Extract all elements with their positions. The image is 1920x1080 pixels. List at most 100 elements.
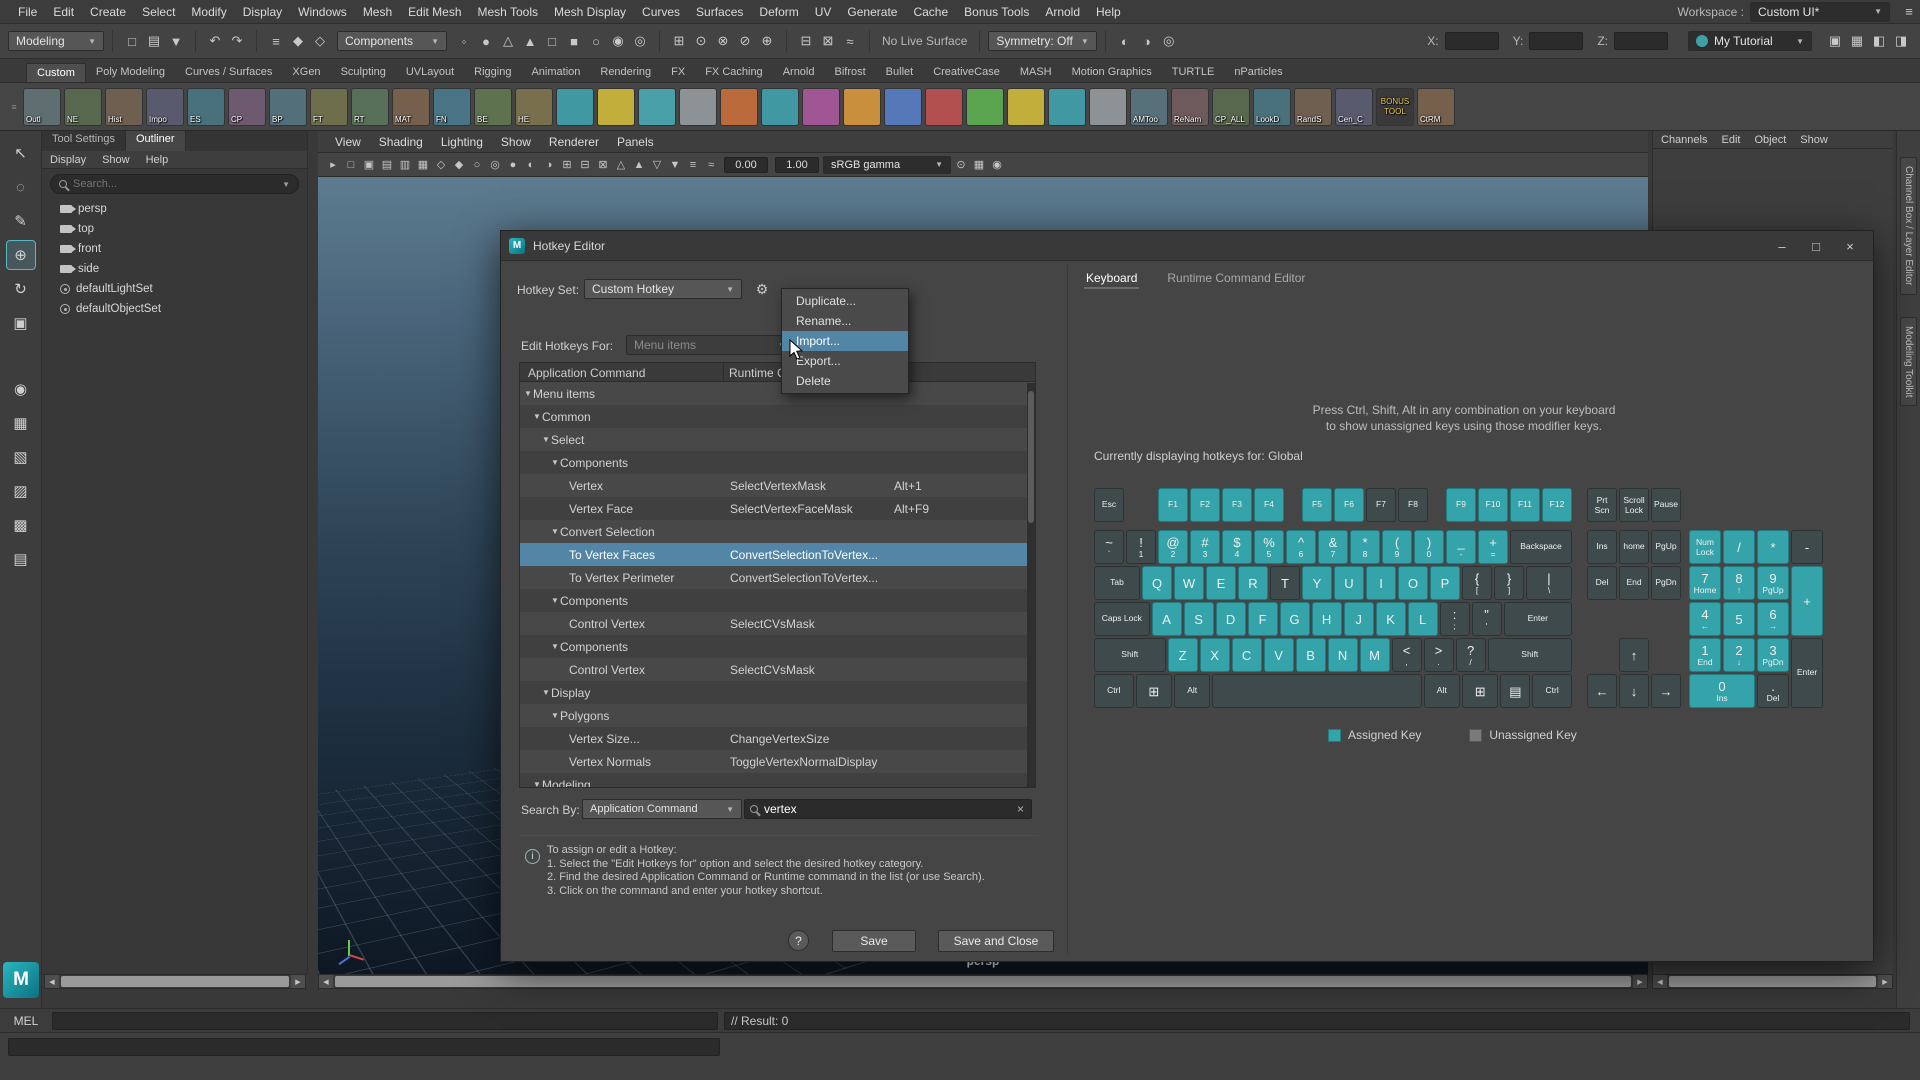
expand-triangle-icon[interactable]: ▼ xyxy=(542,688,551,697)
hotkey-row[interactable]: ▼ Vertex Size... ChangeVertexSize xyxy=(520,727,1035,750)
menu-item[interactable]: Curves xyxy=(634,5,688,19)
hotkey-search-input[interactable] xyxy=(764,802,1015,816)
colorspace-select[interactable]: sRGB gamma▼ xyxy=(823,156,951,174)
y-input[interactable] xyxy=(1529,32,1583,50)
keyboard-key[interactable]: F6 xyxy=(1334,488,1364,522)
hotkey-row[interactable]: ▼ Modeling xyxy=(520,773,1035,788)
hotkey-row[interactable]: ▼ Vertex Face SelectVertexFaceMask Alt+F… xyxy=(520,497,1035,520)
menu-item[interactable]: Mesh xyxy=(355,5,400,19)
pane-layout-icon[interactable]: ▨ xyxy=(7,477,35,505)
symmetry-select[interactable]: Symmetry: Off▼ xyxy=(988,31,1096,51)
viewport-toolbar-icon[interactable]: ▤ xyxy=(378,156,396,174)
menu-item[interactable]: Cache xyxy=(905,5,956,19)
selection-mask-icon[interactable]: ◦ xyxy=(453,30,475,52)
hotkey-row[interactable]: ▼ To Vertex Faces ConvertSelectionToVert… xyxy=(520,543,1035,566)
expand-triangle-icon[interactable]: ▼ xyxy=(524,389,533,398)
keyboard-key[interactable]: Esc xyxy=(1094,488,1124,522)
selection-mode-select[interactable]: Components▼ xyxy=(337,31,447,51)
outliner-hscrollbar[interactable]: ◀ ▶ xyxy=(44,974,306,989)
keyboard-key[interactable]: !1 xyxy=(1126,530,1156,564)
shelf-item[interactable]: FN xyxy=(433,88,471,126)
selection-mask-icon[interactable]: ■ xyxy=(563,30,585,52)
channel-box-menu-item[interactable]: Object xyxy=(1754,134,1786,146)
viewport-toolbar-icon[interactable]: ⊙ xyxy=(952,156,970,174)
shelf-item[interactable]: HE xyxy=(515,88,553,126)
single-pane-layout-icon[interactable]: ▣ xyxy=(1824,30,1846,52)
shelf-tab[interactable]: Animation xyxy=(521,63,590,82)
keyboard-key[interactable]: F2 xyxy=(1190,488,1220,522)
shelf-tab[interactable]: Rigging xyxy=(464,63,521,82)
viewport-toolbar-icon[interactable]: ⊞ xyxy=(558,156,576,174)
viewport-toolbar-icon[interactable]: ◆ xyxy=(450,156,468,174)
sidebar-vertical-tab[interactable]: Channel Box / Layer Editor xyxy=(1900,157,1917,295)
shelf-item[interactable] xyxy=(843,88,881,126)
shelf-item[interactable] xyxy=(597,88,635,126)
keyboard-key[interactable]: Alt xyxy=(1424,674,1460,708)
shelf-item[interactable] xyxy=(1048,88,1086,126)
menu-item[interactable]: Surfaces xyxy=(688,5,751,19)
keyboard-key[interactable]: End xyxy=(1619,566,1649,600)
make-live-icon[interactable]: ⊕ xyxy=(756,30,778,52)
keyboard-key[interactable]: ↓ xyxy=(1619,674,1649,708)
keyboard-key[interactable]: Backspace xyxy=(1510,530,1572,564)
workspace-menu-icon[interactable]: ≡ xyxy=(1898,1,1920,23)
scroll-left-icon[interactable]: ◀ xyxy=(319,975,333,988)
two-pane-layout-icon[interactable]: ◧ xyxy=(1868,30,1890,52)
dialog-title-bar[interactable]: M Hotkey Editor –□× xyxy=(501,231,1873,261)
menu-set-select[interactable]: Modeling▼ xyxy=(8,31,104,51)
hotkey-row[interactable]: ▼ Control Vertex SelectCVsMask xyxy=(520,612,1035,635)
hotkey-row[interactable]: ▼ Components xyxy=(520,635,1035,658)
selection-mask-icon[interactable]: ● xyxy=(475,30,497,52)
keyboard-key[interactable]: )0 xyxy=(1414,530,1444,564)
shelf-tab[interactable]: XGen xyxy=(282,63,330,82)
keyboard-key[interactable]: *8 xyxy=(1350,530,1380,564)
keyboard-key[interactable]: PgUp xyxy=(1651,530,1681,564)
keyboard-key[interactable]: F12 xyxy=(1542,488,1572,522)
keyboard-key[interactable]: 3PgDn xyxy=(1757,638,1789,672)
keyboard-key[interactable]: ~` xyxy=(1094,530,1124,564)
keyboard-key[interactable]: W xyxy=(1174,566,1204,600)
selection-mask-icon[interactable]: ◎ xyxy=(629,30,651,52)
keyboard-key[interactable]: {[ xyxy=(1462,566,1492,600)
menu-item[interactable]: File xyxy=(10,5,45,19)
keyboard-key[interactable]: R xyxy=(1238,566,1268,600)
keyboard-key[interactable]: F7 xyxy=(1366,488,1396,522)
z-input[interactable] xyxy=(1614,32,1668,50)
keyboard-key[interactable]: * xyxy=(1757,530,1789,564)
keyboard-key[interactable]: 9PgUp xyxy=(1757,566,1789,600)
keyboard-key[interactable]: 2↓ xyxy=(1723,638,1755,672)
scroll-left-icon[interactable]: ◀ xyxy=(45,975,59,988)
keyboard-key[interactable]: S xyxy=(1184,602,1214,636)
shelf-tab[interactable]: TURTLE xyxy=(1162,63,1225,82)
expand-triangle-icon[interactable]: ▼ xyxy=(542,435,551,444)
selection-mask-icon[interactable]: ○ xyxy=(585,30,607,52)
hotkey-set-select[interactable]: Custom Hotkey▼ xyxy=(584,279,742,299)
keyboard-key[interactable]: Ctrl xyxy=(1532,674,1572,708)
select-component-icon[interactable]: ◇ xyxy=(309,30,331,52)
shelf-tab[interactable]: UVLayout xyxy=(396,63,464,82)
expand-triangle-icon[interactable]: ▼ xyxy=(551,596,560,605)
filter-icon[interactable]: ▼ xyxy=(282,180,290,189)
keyboard-key[interactable]: 7Home xyxy=(1689,566,1721,600)
shelf-tab[interactable]: Curves / Surfaces xyxy=(175,63,282,82)
keyboard-key[interactable]: #3 xyxy=(1190,530,1220,564)
keyboard-key[interactable]: (9 xyxy=(1382,530,1412,564)
outliner-search[interactable]: ▼ xyxy=(50,174,299,194)
shelf-item[interactable]: BP xyxy=(269,88,307,126)
outliner-menu-item[interactable]: Help xyxy=(146,154,169,166)
shelf-item[interactable]: Hist xyxy=(105,88,143,126)
workspace-select[interactable]: Custom UI*▼ xyxy=(1750,2,1890,22)
menu-item[interactable]: Deform xyxy=(751,5,806,19)
viewport-toolbar-icon[interactable]: ⊟ xyxy=(576,156,594,174)
menu-item[interactable]: Modify xyxy=(183,5,234,19)
hotkey-search[interactable]: × xyxy=(744,799,1032,819)
keyboard-key[interactable]: Y xyxy=(1302,566,1332,600)
keyboard-key[interactable]: <, xyxy=(1392,638,1422,672)
keyboard-key[interactable]: Shift xyxy=(1094,638,1166,672)
expand-triangle-icon[interactable]: ▼ xyxy=(533,412,542,421)
shelf-item[interactable]: BONUS TOOL xyxy=(1376,88,1414,126)
shelf-item[interactable]: MAT xyxy=(392,88,430,126)
shelf-tab[interactable]: FX xyxy=(661,63,695,82)
select-object-icon[interactable]: ◆ xyxy=(287,30,309,52)
viewport-menu-item[interactable]: Lighting xyxy=(434,135,490,149)
